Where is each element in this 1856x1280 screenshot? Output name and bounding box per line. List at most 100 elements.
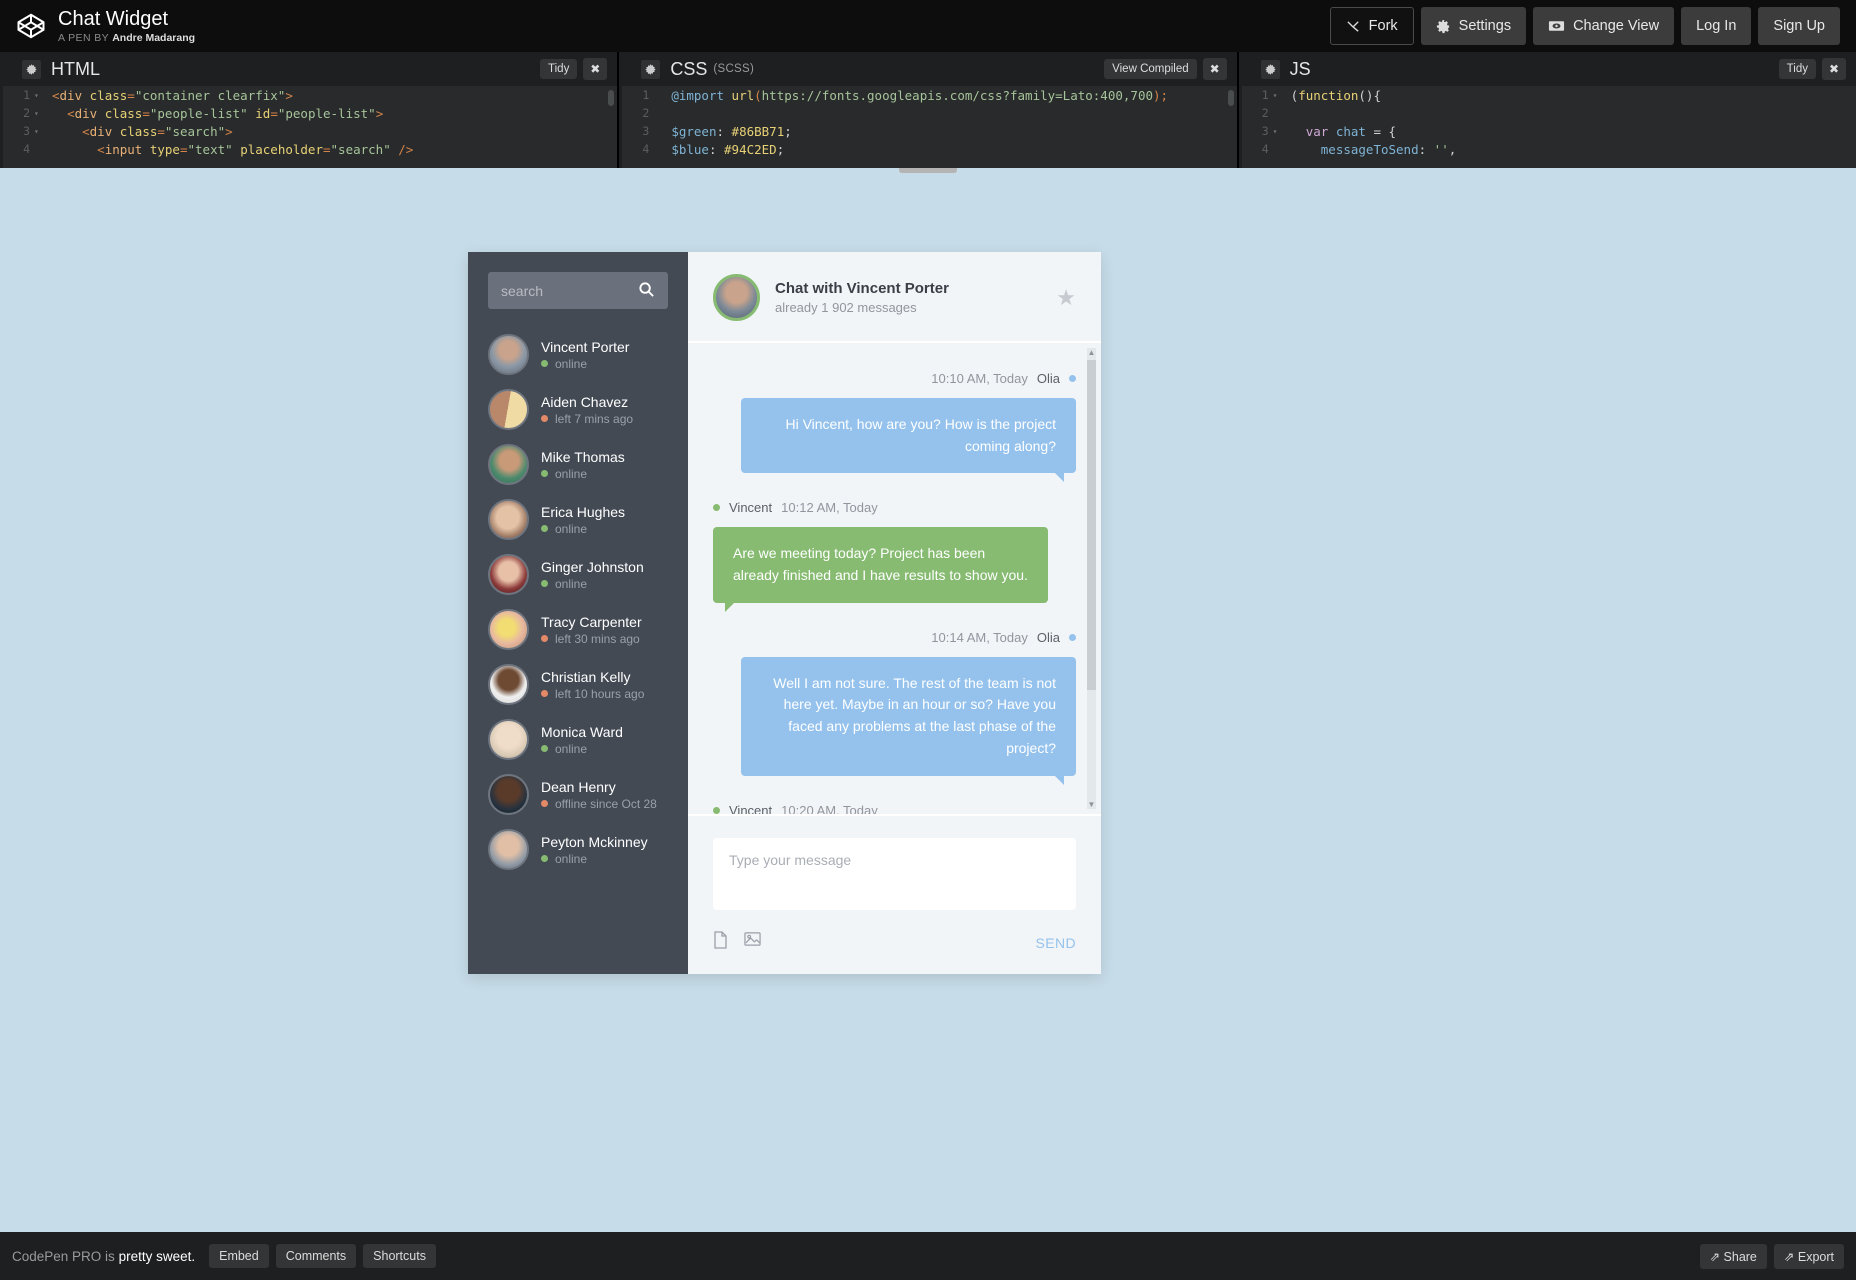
list-item[interactable]: Christian Kelly left 10 hours ago [468, 657, 688, 712]
list-item[interactable]: Peyton Mckinney online [468, 822, 688, 877]
fork-icon [1346, 19, 1361, 34]
js-settings-gear-icon[interactable] [1261, 60, 1280, 79]
person-name: Christian Kelly [541, 669, 644, 685]
person-status: left 30 mins ago [541, 632, 642, 646]
scroll-down-arrow-icon[interactable]: ▼ [1087, 800, 1096, 809]
fold-arrow-icon[interactable]: ▾ [34, 91, 44, 100]
chat-title: Chat with Vincent Porter [775, 280, 949, 297]
status-dot-icon [541, 470, 548, 477]
code-text: @import url(https://fonts.googleapis.com… [663, 88, 1168, 103]
list-item[interactable]: Vincent Porter online [468, 327, 688, 382]
code-line: 3▾ var chat = { [1239, 122, 1856, 140]
list-item[interactable]: Erica Hughes online [468, 492, 688, 547]
code-line: 1 @import url(https://fonts.googleapis.c… [619, 86, 1236, 104]
embed-button[interactable]: Embed [209, 1244, 269, 1268]
scroll-up-arrow-icon[interactable]: ▲ [1087, 348, 1096, 357]
code-text: $blue: #94C2ED; [663, 142, 784, 157]
html-close-icon[interactable]: ✖ [583, 58, 607, 80]
line-number: 3 [619, 124, 653, 138]
avatar [488, 609, 529, 650]
image-icon[interactable] [744, 931, 761, 954]
list-item[interactable]: Mike Thomas online [468, 437, 688, 492]
status-dot-icon [541, 855, 548, 862]
fork-button[interactable]: Fork [1330, 7, 1414, 45]
code-text: <div class="people-list" id="people-list… [44, 106, 383, 121]
code-line: 2▾ <div class="people-list" id="people-l… [0, 104, 617, 122]
share-button[interactable]: ⇗ Share [1700, 1244, 1767, 1269]
person-status-label: offline since Oct 28 [555, 797, 657, 811]
send-button[interactable]: SEND [1036, 935, 1077, 951]
html-settings-gear-icon[interactable] [22, 60, 41, 79]
line-number: 3 [0, 124, 34, 138]
css-view-compiled-button[interactable]: View Compiled [1104, 59, 1197, 79]
status-dot-icon [541, 525, 548, 532]
search-input[interactable] [488, 272, 668, 309]
chat-scrollbar-thumb[interactable] [1087, 360, 1096, 690]
change-view-button[interactable]: Change View [1533, 7, 1674, 45]
list-item[interactable]: Monica Ward online [468, 712, 688, 767]
list-item[interactable]: Dean Henry offline since Oct 28 [468, 767, 688, 822]
code-line: 1▾ (function(){ [1239, 86, 1856, 104]
line-number: 2 [0, 106, 34, 120]
export-label: Export [1798, 1250, 1834, 1264]
file-icon[interactable] [713, 931, 728, 954]
comments-button[interactable]: Comments [276, 1244, 356, 1268]
person-status-label: online [555, 852, 587, 866]
editor-html-title: HTML [51, 59, 100, 80]
list-item[interactable]: Ginger Johnston online [468, 547, 688, 602]
editor-html-body[interactable]: 1▾ <div class="container clearfix"> 2▾ <… [0, 86, 617, 168]
code-text: <div class="search"> [44, 124, 233, 139]
person-status: left 10 hours ago [541, 687, 644, 701]
person-status-label: online [555, 357, 587, 371]
pen-author: Andre Madarang [112, 32, 195, 44]
settings-button[interactable]: Settings [1421, 7, 1526, 45]
avatar [488, 444, 529, 485]
list-item[interactable]: Aiden Chavez left 7 mins ago [468, 382, 688, 437]
person-status-label: online [555, 742, 587, 756]
message-time: 10:10 AM, Today [931, 371, 1028, 386]
editor-css-title: CSS [670, 59, 707, 80]
message-input[interactable] [713, 838, 1076, 910]
status-dot-icon [713, 504, 720, 511]
person-status-label: left 7 mins ago [555, 412, 633, 426]
line-number: 4 [1239, 142, 1273, 156]
line-number: 1 [1239, 88, 1273, 102]
code-line: 4 messageToSend: '', [1239, 140, 1856, 158]
sign-up-button[interactable]: Sign Up [1758, 7, 1840, 45]
fork-label: Fork [1369, 18, 1398, 34]
js-tidy-button[interactable]: Tidy [1779, 59, 1816, 79]
fold-arrow-icon[interactable]: ▾ [1273, 127, 1283, 136]
preview-drag-handle[interactable] [899, 168, 957, 173]
fold-arrow-icon[interactable]: ▾ [34, 109, 44, 118]
line-number: 1 [0, 88, 34, 102]
css-scrollbar[interactable] [1228, 90, 1234, 106]
export-button[interactable]: ⇗ Export [1774, 1244, 1844, 1269]
person-name: Erica Hughes [541, 504, 625, 520]
avatar [488, 829, 529, 870]
fold-arrow-icon[interactable]: ▾ [34, 127, 44, 136]
top-nav: Fork Settings Change View Log In [1330, 7, 1840, 45]
editor-css: CSS (SCSS) View Compiled ✖ 1 @import url… [619, 52, 1238, 168]
css-settings-gear-icon[interactable] [641, 60, 660, 79]
editor-html: HTML Tidy ✖ 1▾ <div class="container cle… [0, 52, 619, 168]
code-line: 1▾ <div class="container clearfix"> [0, 86, 617, 104]
html-tidy-button[interactable]: Tidy [540, 59, 577, 79]
editor-css-body[interactable]: 1 @import url(https://fonts.googleapis.c… [619, 86, 1236, 168]
fold-arrow-icon[interactable]: ▾ [1273, 91, 1283, 100]
star-icon[interactable]: ★ [1056, 287, 1076, 309]
code-line: 4 <input type="text" placeholder="search… [0, 140, 617, 158]
message-bubble: Well I am not sure. The rest of the team… [741, 657, 1076, 776]
css-close-icon[interactable]: ✖ [1203, 58, 1227, 80]
page-title: Chat Widget [58, 8, 195, 30]
line-number: 2 [1239, 106, 1273, 120]
share-icon: ⇗ [1710, 1250, 1720, 1264]
list-item[interactable]: Tracy Carpenter left 30 mins ago [468, 602, 688, 657]
footer-right-buttons: ⇗ Share ⇗ Export [1700, 1244, 1844, 1269]
js-close-icon[interactable]: ✖ [1822, 58, 1846, 80]
shortcuts-button[interactable]: Shortcuts [363, 1244, 436, 1268]
chat-scrollbar[interactable]: ▲ ▼ [1087, 348, 1096, 809]
code-text [1283, 106, 1299, 121]
log-in-button[interactable]: Log In [1681, 7, 1751, 45]
editor-js-body[interactable]: 1▾ (function(){ 2 3▾ var chat = { 4 mess… [1239, 86, 1856, 168]
html-scrollbar[interactable] [608, 90, 614, 106]
